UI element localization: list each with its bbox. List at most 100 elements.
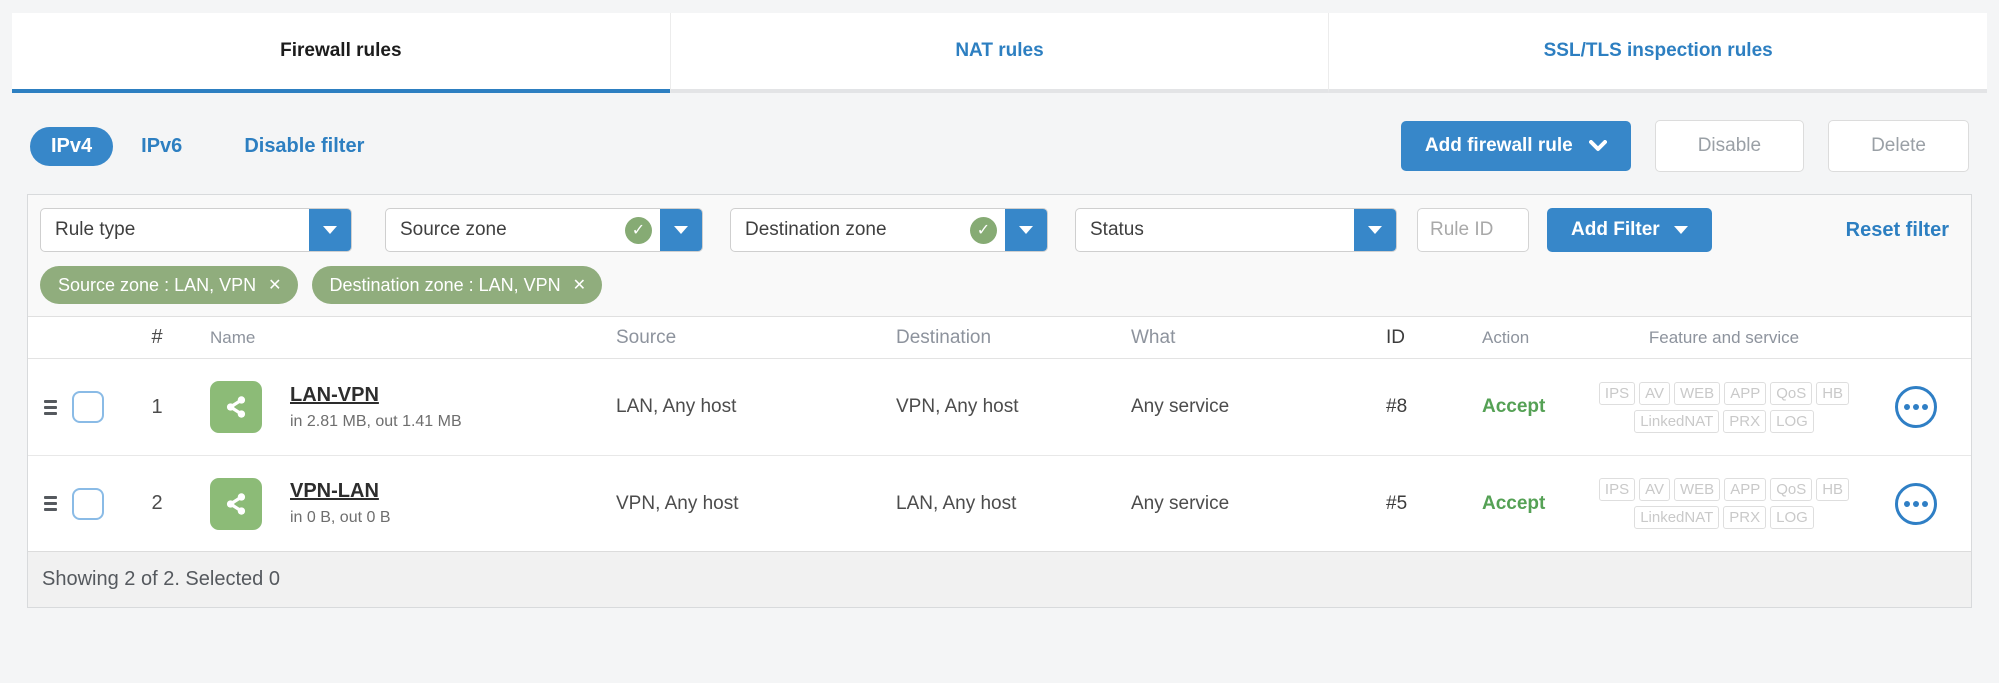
feature-badge: AV (1639, 478, 1671, 501)
filter-chip-label: Source zone : LAN, VPN (58, 274, 257, 295)
feature-badge: PRX (1723, 506, 1767, 529)
feature-badge: WEB (1674, 478, 1721, 501)
header-feature-and-service: Feature and service (1648, 327, 1800, 347)
feature-badges: IPS AV WEB APP QoS HB LinkedNAT PRX LOG (1588, 381, 1860, 433)
feature-badge: IPS (1598, 381, 1636, 405)
header-name: Name (210, 327, 256, 347)
add-firewall-rule-button[interactable]: Add firewall rule (1400, 121, 1631, 171)
rule-id-input[interactable] (1417, 208, 1529, 252)
row-menu-button[interactable] (1894, 482, 1937, 525)
header-id: ID (1386, 326, 1405, 348)
row-number: 1 (151, 395, 163, 418)
row-number: 2 (151, 492, 163, 514)
disable-filter-link[interactable]: Disable filter (244, 135, 364, 158)
row-menu-button[interactable] (1894, 386, 1937, 428)
feature-badge: LOG (1770, 409, 1814, 433)
feature-badge: LinkedNAT (1634, 506, 1720, 529)
share-icon (226, 396, 246, 418)
table-header: # Name Source Destination What ID Action… (28, 317, 1971, 359)
filter-chip-label: Destination zone : LAN, VPN (329, 274, 561, 295)
feature-badge: APP (1724, 381, 1767, 405)
feature-badge: QoS (1770, 478, 1813, 501)
network-rule-icon (210, 381, 262, 433)
rule-source: VPN, Any host (616, 492, 739, 514)
rule-source: LAN, Any host (616, 396, 737, 417)
rule-name-link[interactable]: LAN-VPN (290, 384, 462, 407)
chevron-down-icon[interactable] (1354, 209, 1396, 251)
filter-dropdown-source-zone[interactable]: Source zone ✓ (385, 208, 703, 252)
add-filter-button[interactable]: Add Filter (1547, 208, 1712, 252)
tab-firewall-rules[interactable]: Firewall rules (12, 13, 670, 93)
feature-badge: WEB (1674, 381, 1721, 405)
check-icon: ✓ (970, 216, 997, 244)
header-action: Action (1482, 327, 1530, 347)
rule-destination: LAN, Any host (896, 492, 1017, 514)
feature-badges: IPS AV WEB APP QoS HB LinkedNAT PRX LOG (1588, 478, 1860, 529)
feature-badge: LinkedNAT (1634, 409, 1720, 433)
close-icon[interactable]: ✕ (573, 275, 586, 295)
rule-traffic: in 2.81 MB, out 1.41 MB (290, 412, 462, 430)
ipv4-toggle[interactable]: IPv4 (30, 126, 114, 166)
filter-dropdown-label: Rule type (55, 219, 136, 240)
ellipsis-icon (1903, 500, 1910, 507)
filter-dropdown-destination-zone[interactable]: Destination zone ✓ (730, 208, 1048, 252)
toolbar: IPv4 IPv6 Disable filter Add firewall ru… (30, 120, 1969, 172)
rule-action: Accept (1482, 492, 1546, 514)
filter-dropdown-rule-type[interactable]: Rule type (40, 208, 352, 252)
reset-filter-link[interactable]: Reset filter (1846, 219, 1949, 242)
add-firewall-rule-label: Add firewall rule (1424, 135, 1573, 156)
chevron-down-icon[interactable] (309, 209, 351, 251)
tab-ssl-tls-inspection-rules[interactable]: SSL/TLS inspection rules (1328, 13, 1988, 93)
chevron-down-icon[interactable] (660, 209, 702, 251)
row-checkbox[interactable] (72, 487, 104, 520)
filter-chip-source-zone: Source zone : LAN, VPN ✕ (40, 266, 298, 304)
filter-dropdown-label: Destination zone (745, 219, 887, 240)
row-checkbox[interactable] (72, 391, 104, 423)
table-row: 1 LAN-VPN in 2.81 MB, out 1.41 MB LAN, A… (28, 359, 1971, 455)
feature-badge: APP (1724, 478, 1767, 501)
rule-what: Any service (1131, 492, 1230, 514)
feature-badge: IPS (1598, 478, 1636, 501)
feature-badge: QoS (1770, 381, 1813, 405)
rule-destination: VPN, Any host (896, 396, 1019, 417)
filter-dropdown-label: Source zone (400, 219, 507, 240)
table-footer-status: Showing 2 of 2. Selected 0 (42, 568, 280, 590)
feature-badge: PRX (1723, 409, 1767, 433)
chevron-down-icon[interactable] (1005, 209, 1047, 251)
header-source: Source (616, 326, 677, 348)
feature-badge: HB (1816, 381, 1850, 405)
feature-badge: AV (1639, 381, 1671, 405)
drag-handle-icon[interactable] (43, 496, 57, 511)
rule-id: #8 (1386, 396, 1408, 417)
table-footer: Showing 2 of 2. Selected 0 (28, 551, 1971, 607)
header-number: # (151, 326, 163, 348)
share-icon (226, 492, 246, 515)
chevron-down-icon (1673, 226, 1688, 234)
drag-handle-icon[interactable] (43, 399, 57, 415)
close-icon[interactable]: ✕ (268, 275, 281, 295)
delete-button[interactable]: Delete (1828, 120, 1969, 172)
tab-nat-rules[interactable]: NAT rules (669, 13, 1329, 93)
feature-badge: LOG (1770, 506, 1814, 529)
rule-id: #5 (1386, 492, 1408, 514)
feature-badge: HB (1816, 478, 1850, 501)
network-rule-icon (210, 477, 262, 530)
rule-name-link[interactable]: VPN-LAN (290, 480, 391, 503)
filter-dropdown-status[interactable]: Status (1075, 208, 1397, 252)
add-filter-label: Add Filter (1571, 219, 1660, 240)
check-icon: ✓ (625, 216, 652, 244)
filter-chip-destination-zone: Destination zone : LAN, VPN ✕ (311, 266, 603, 304)
ellipsis-icon (1903, 404, 1910, 410)
disable-button[interactable]: Disable (1654, 120, 1805, 172)
header-what: What (1131, 326, 1176, 348)
firewall-rules-panel: Rule type Source zone ✓ Destination zone… (27, 194, 1972, 608)
filter-section: Rule type Source zone ✓ Destination zone… (28, 195, 1971, 317)
filter-dropdown-label: Status (1090, 219, 1144, 240)
table-row: 2 VPN-LAN in 0 B, out 0 B VPN, Any host … (28, 455, 1971, 551)
ipv6-toggle[interactable]: IPv6 (141, 135, 182, 158)
chevron-down-icon (1588, 140, 1607, 151)
rule-action: Accept (1482, 396, 1546, 417)
header-destination: Destination (896, 326, 992, 348)
rule-type-tabbar: Firewall rules NAT rules SSL/TLS inspect… (12, 13, 1988, 93)
rule-traffic: in 0 B, out 0 B (290, 509, 391, 526)
